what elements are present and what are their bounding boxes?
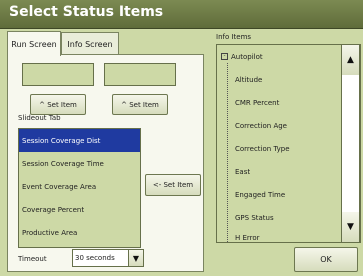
down-arrow-icon[interactable]: ▼ — [342, 212, 359, 242]
info-items-tree[interactable]: - Autopilot Altitude CMR Percent Correct… — [216, 44, 361, 243]
info-item[interactable]: H Error — [235, 226, 260, 242]
slideout-item[interactable]: Event Coverage Area — [19, 175, 140, 198]
window-title: Select Status Items — [9, 4, 164, 20]
tree-group-autopilot[interactable]: - Autopilot — [221, 45, 263, 68]
status-tab-panel: Run Screen Info Screen ^ Set Item ^ Set … — [7, 31, 204, 272]
timeout-value: 30 seconds — [75, 254, 115, 262]
timeout-label: Timeout — [18, 255, 47, 263]
right-status-slot[interactable] — [104, 63, 176, 86]
tree-group-label: Autopilot — [231, 52, 263, 61]
set-right-item-button[interactable]: ^ Set Item — [112, 94, 168, 115]
info-item[interactable]: Correction Type — [235, 137, 290, 160]
info-item[interactable]: Engaged Time — [235, 183, 285, 206]
up-arrow-icon[interactable]: ▲ — [342, 45, 359, 75]
slideout-item-list[interactable]: Session Coverage Dist Session Coverage T… — [18, 128, 141, 248]
minus-box-icon[interactable]: - — [221, 53, 228, 60]
chevron-down-icon[interactable]: ▼ — [128, 250, 143, 266]
timeout-select[interactable]: 30 seconds ▼ — [72, 249, 144, 267]
tab-run-screen[interactable]: Run Screen — [7, 31, 61, 56]
info-item[interactable]: Correction Age — [235, 114, 287, 137]
set-slideout-item-button[interactable]: <- Set Item — [145, 174, 201, 196]
info-items-panel: Info Items - Autopilot Altitude CMR Perc… — [211, 32, 363, 276]
set-left-item-button[interactable]: ^ Set Item — [30, 94, 86, 115]
title-bar: Select Status Items — [0, 0, 363, 29]
left-status-slot[interactable] — [22, 63, 94, 86]
slideout-item[interactable]: Productive Area — [19, 221, 140, 244]
info-item[interactable]: Altitude — [235, 68, 262, 91]
info-item[interactable]: East — [235, 160, 250, 183]
slideout-item[interactable]: Coverage Percent — [19, 198, 140, 221]
info-items-label: Info Items — [216, 33, 252, 41]
tree-connector-line — [227, 63, 228, 242]
slideout-item[interactable]: Session Coverage Time — [19, 152, 140, 175]
info-items-scrollbar[interactable]: ▲ ▼ — [341, 44, 360, 243]
ok-button[interactable]: OK — [294, 247, 358, 272]
info-item[interactable]: CMR Percent — [235, 91, 279, 114]
slideout-item[interactable]: Session Coverage Dist — [19, 129, 140, 152]
run-screen-tab-body: ^ Set Item ^ Set Item Slideout Tab Sessi… — [7, 54, 204, 272]
tab-info-screen[interactable]: Info Screen — [61, 32, 119, 55]
slideout-tab-label: Slideout Tab — [18, 114, 61, 122]
